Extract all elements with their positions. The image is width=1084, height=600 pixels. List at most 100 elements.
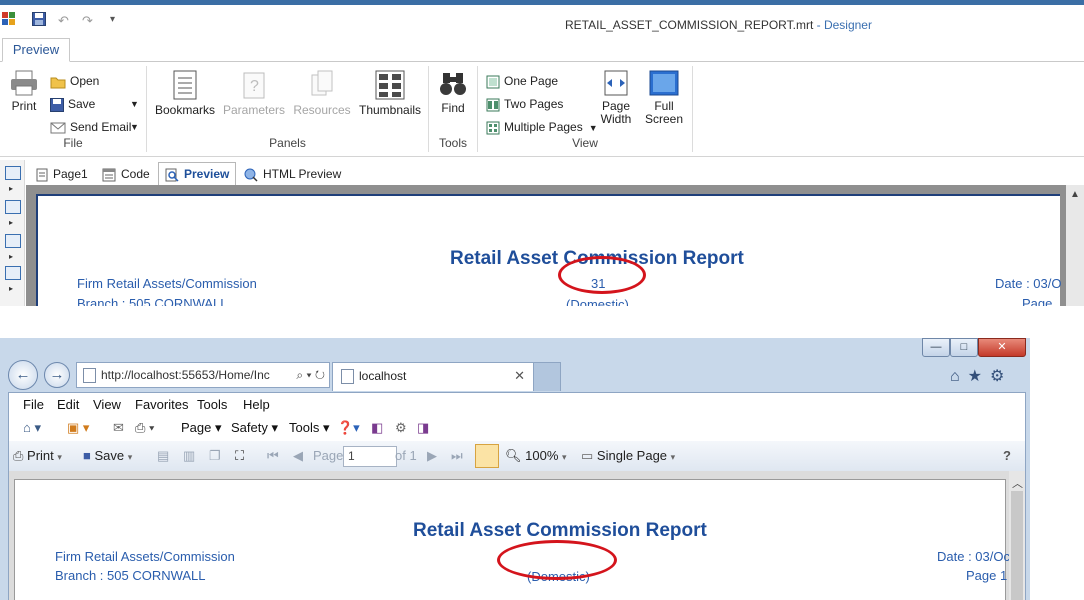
send-email-dropdown-arrow-icon[interactable]: ▼ — [130, 118, 139, 136]
view-mode-dropdown[interactable]: ▭ Single Page ▾ — [581, 448, 675, 464]
minimize-button[interactable]: — — [922, 338, 950, 357]
home-icon[interactable]: ⌂ — [950, 368, 968, 385]
first-page-icon[interactable]: ⏮ — [267, 448, 279, 464]
redo-icon[interactable]: ↷ — [82, 13, 93, 29]
menu-file[interactable]: File — [23, 397, 44, 412]
undo-icon[interactable]: ↶ — [58, 13, 69, 29]
view-mode-toggle-button[interactable] — [475, 444, 499, 468]
one-page-button[interactable]: One Page — [486, 72, 558, 90]
web-vertical-scrollbar[interactable]: ︿ — [1009, 471, 1025, 600]
expand-arrow-icon[interactable]: ▸ — [9, 284, 13, 293]
code-icon — [102, 168, 116, 182]
scroll-up-arrow-icon[interactable]: ▲ — [1070, 189, 1080, 200]
print-command-icon[interactable]: ⎙ ▾ — [135, 420, 154, 436]
previous-page-icon[interactable]: ◀ — [293, 448, 303, 464]
menu-view[interactable]: View — [93, 397, 121, 412]
thumbnails-button[interactable]: Thumbnails — [359, 70, 421, 117]
toolbox-icon-1[interactable] — [5, 166, 21, 180]
tools-menu[interactable]: Tools ▾ — [289, 420, 330, 436]
designer-document-tabs: Page1 Code Preview HTML Preview — [26, 162, 1084, 187]
toolbox-icon-4[interactable] — [5, 266, 21, 280]
address-bar[interactable]: http://localhost:55653/Home/Inc ⌕ ▾ ↻ — [76, 362, 330, 388]
menu-favorites[interactable]: Favorites — [135, 397, 188, 412]
find-binoculars-icon[interactable]: ⛶ — [235, 448, 244, 464]
last-page-icon[interactable]: ⏭ — [451, 448, 463, 464]
close-button[interactable]: ✕ — [978, 338, 1026, 357]
menu-bar: File Edit View Favorites Tools Help — [9, 393, 1025, 415]
parameters-toggle-icon[interactable]: ▥ — [183, 448, 195, 464]
browser-tab[interactable]: localhost ✕ — [332, 362, 534, 391]
save-dropdown-arrow-icon[interactable]: ▼ — [130, 95, 139, 113]
refresh-icon[interactable]: ↻ — [315, 368, 325, 382]
find-button[interactable]: Find — [437, 70, 469, 115]
svg-text:?: ? — [250, 78, 259, 95]
open-button[interactable]: Open — [50, 72, 99, 90]
onenote-linked-icon[interactable]: ◨ — [417, 420, 429, 436]
scrollbar-thumb[interactable] — [1011, 491, 1023, 600]
html-preview-icon — [244, 168, 258, 182]
send-email-button[interactable]: Send Email ▼ — [50, 118, 139, 136]
menu-tools[interactable]: Tools — [197, 397, 227, 412]
resources-button[interactable]: Resources — [291, 70, 353, 117]
dropdown-icon[interactable]: ▾ — [306, 368, 311, 382]
save-icon[interactable] — [32, 12, 46, 29]
one-page-label: One Page — [504, 74, 559, 88]
ribbon-group-file: Print Open Save ▼ Send Email ▼ File — [0, 66, 147, 152]
menu-edit[interactable]: Edit — [57, 397, 79, 412]
bookmarks-button[interactable]: Bookmarks — [155, 70, 215, 117]
designer-vertical-scrollbar[interactable]: ▲ — [1066, 185, 1084, 306]
tab-code[interactable]: Code — [102, 163, 150, 185]
home-command-icon[interactable]: ⌂ ▾ — [23, 420, 41, 436]
preview-magnifier-icon — [165, 168, 179, 182]
parameters-button[interactable]: ? Parameters — [223, 70, 285, 117]
bookmarks-toggle-icon[interactable]: ▤ — [157, 448, 169, 464]
new-tab-button[interactable] — [533, 362, 561, 391]
resources-toggle-icon[interactable]: ❐ — [209, 448, 221, 464]
back-button[interactable]: ← — [8, 360, 38, 390]
document-title: RETAIL_ASSET_COMMISSION_REPORT.mrt - Des… — [565, 18, 872, 32]
scroll-up-chevron-icon[interactable]: ︿ — [1012, 475, 1023, 491]
address-actions: ⌕ ▾ ↻ — [296, 363, 325, 387]
page-width-button[interactable]: Page Width — [596, 70, 636, 126]
viewer-help-button[interactable]: ? — [1003, 448, 1011, 463]
resources-icon — [311, 70, 333, 96]
feeds-icon[interactable]: ▣ ▾ — [67, 420, 89, 436]
save-button[interactable]: Save ▼ — [50, 95, 139, 113]
customize-toolbar-icon[interactable]: ▾ — [110, 14, 115, 25]
save-disk-icon — [50, 97, 64, 112]
toolbox-icon-2[interactable] — [5, 200, 21, 214]
folder-icon — [50, 77, 66, 89]
two-pages-button[interactable]: Two Pages — [486, 95, 563, 113]
maximize-button[interactable]: □ — [950, 338, 978, 357]
tab-preview-active[interactable]: Preview — [158, 162, 237, 187]
tab-preview[interactable]: Preview — [2, 38, 70, 62]
forward-button[interactable]: → — [44, 362, 70, 388]
search-icon[interactable]: ⌕ — [296, 368, 303, 382]
viewer-print-button[interactable]: ⎙ Print ▾ — [13, 448, 62, 464]
settings-gear-icon[interactable]: ⚙ — [990, 368, 1012, 385]
safety-menu[interactable]: Safety ▾ — [231, 420, 278, 436]
full-screen-button[interactable]: Full Screen — [644, 70, 684, 126]
multiple-pages-button[interactable]: Multiple Pages ▼ — [486, 118, 598, 136]
gear-icon[interactable]: ⚙ — [395, 420, 407, 436]
help-icon[interactable]: ❓▾ — [337, 420, 360, 436]
toolbox-icon-3[interactable] — [5, 234, 21, 248]
favorites-star-icon[interactable]: ★ — [968, 368, 990, 385]
onenote-icon[interactable]: ◧ — [371, 420, 383, 436]
zoom-dropdown[interactable]: 🔍︎ 100% ▾ — [505, 448, 567, 464]
menu-help[interactable]: Help — [243, 397, 270, 412]
read-mail-icon[interactable]: ✉ — [113, 420, 124, 436]
page-menu[interactable]: Page ▾ — [181, 420, 222, 436]
next-page-icon[interactable]: ▶ — [427, 448, 437, 464]
print-button[interactable]: Print — [8, 70, 40, 113]
close-tab-icon[interactable]: ✕ — [514, 363, 525, 389]
page-number-input[interactable]: 1 — [343, 446, 397, 467]
expand-arrow-icon[interactable]: ▸ — [9, 184, 13, 193]
expand-arrow-icon[interactable]: ▸ — [9, 218, 13, 227]
web-report-page: Retail Asset Commission Report Firm Reta… — [14, 479, 1010, 600]
expand-arrow-icon[interactable]: ▸ — [9, 252, 13, 261]
window-controls: — □ ✕ — [922, 338, 1026, 357]
viewer-save-button[interactable]: ■ Save ▾ — [83, 448, 132, 463]
tab-html-preview[interactable]: HTML Preview — [244, 163, 341, 185]
tab-page1[interactable]: Page1 — [36, 163, 88, 185]
